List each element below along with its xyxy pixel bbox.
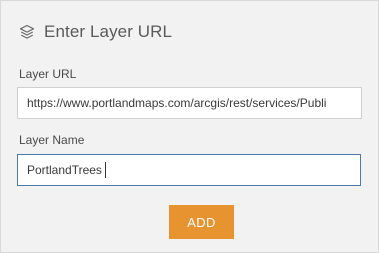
add-button[interactable]: ADD [169, 205, 234, 239]
layer-url-input[interactable] [17, 87, 362, 119]
layer-url-label: Layer URL [19, 67, 77, 81]
layer-name-label: Layer Name [19, 133, 85, 147]
layer-name-input[interactable] [17, 154, 361, 186]
enter-layer-url-panel: Enter Layer URL Layer URL Layer Name ADD [0, 0, 379, 253]
layers-icon [19, 24, 35, 40]
text-cursor [105, 162, 106, 178]
panel-header: Enter Layer URL [19, 20, 172, 44]
panel-title: Enter Layer URL [44, 22, 173, 41]
